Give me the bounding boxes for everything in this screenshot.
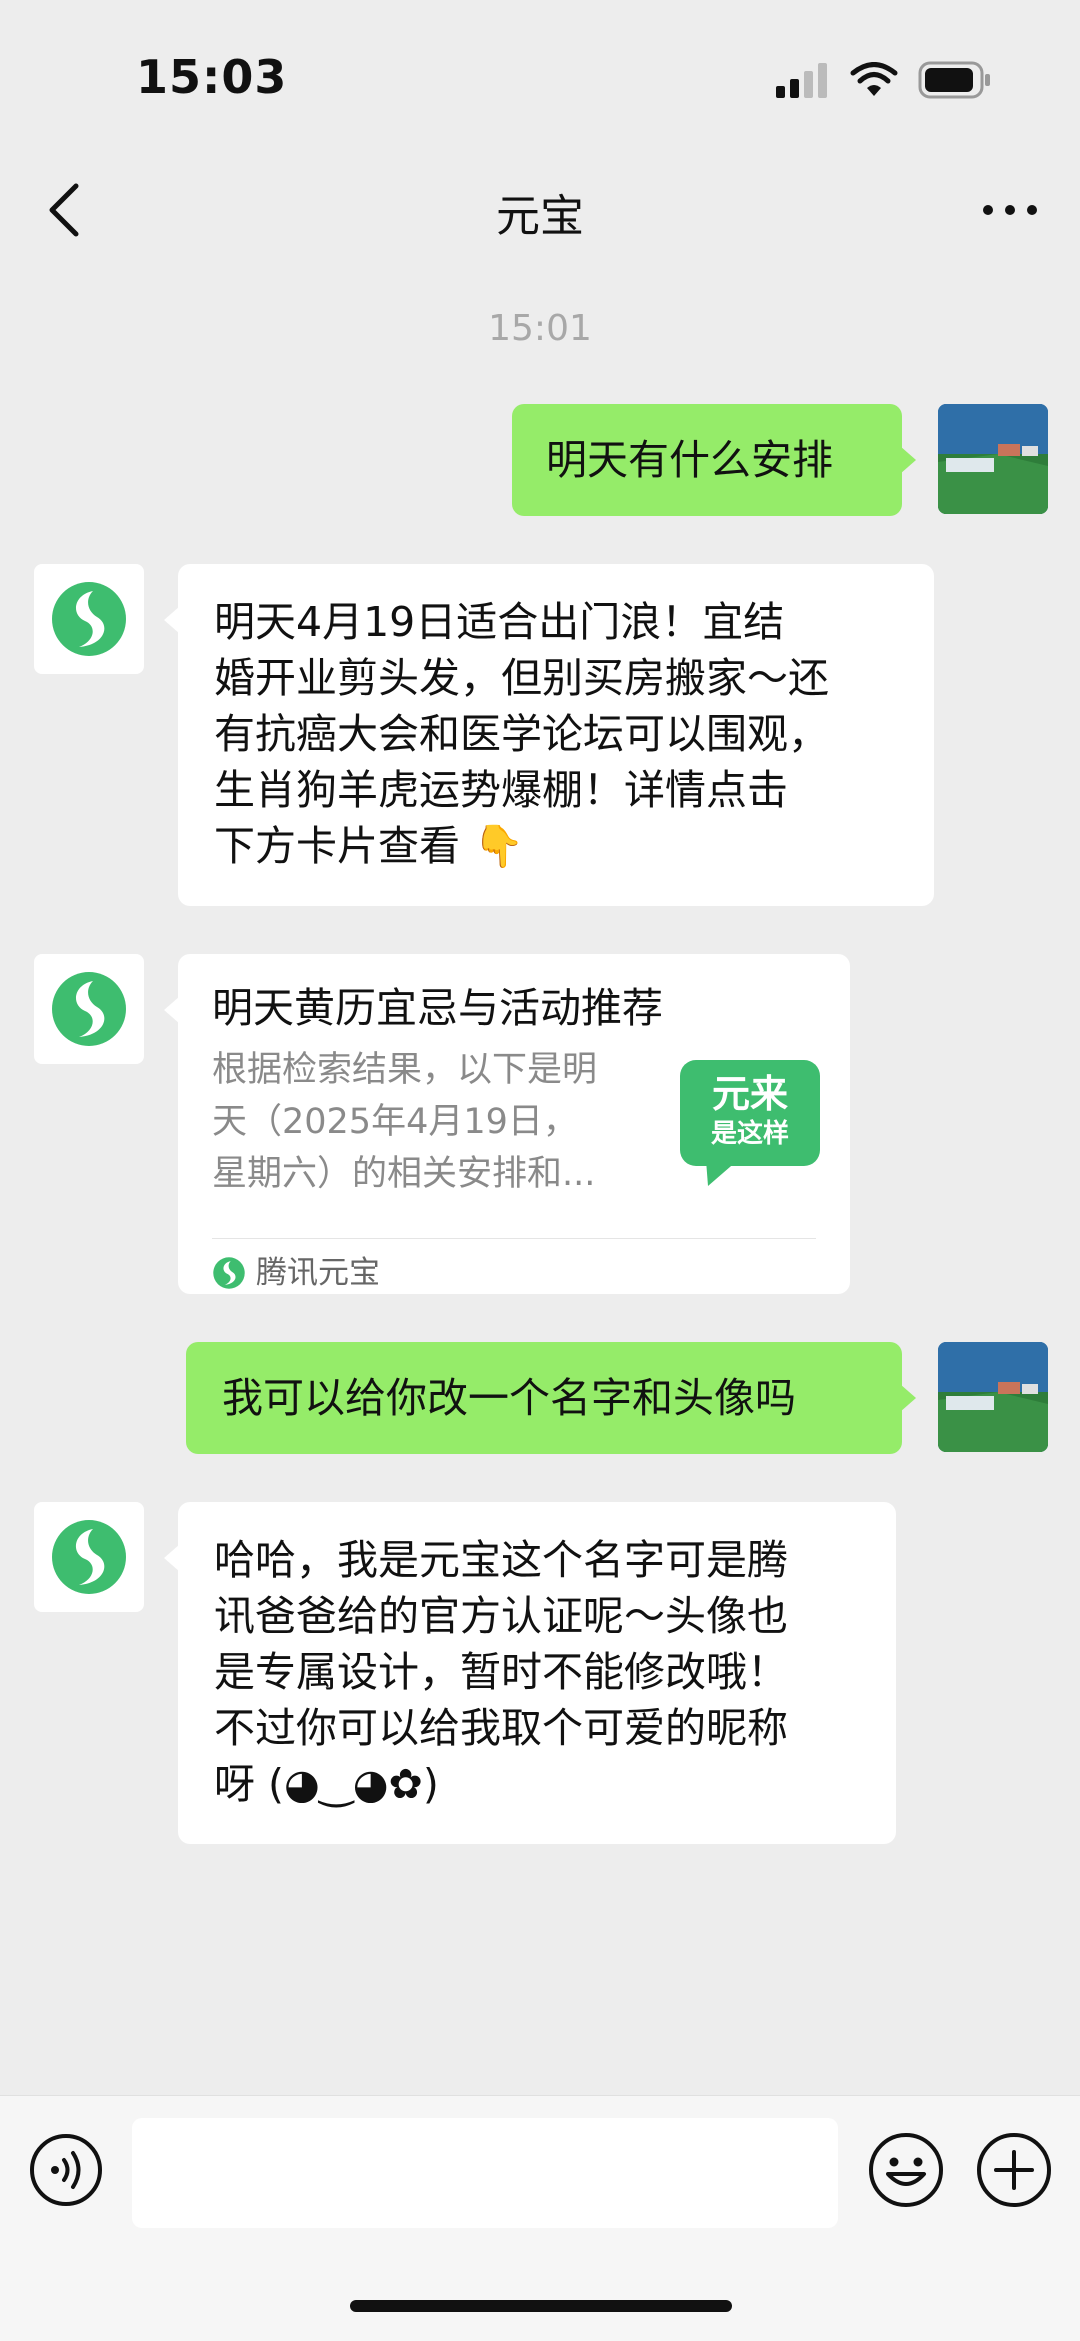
card-title: 明天黄历宜忌与活动推荐 [212, 984, 663, 1032]
user-avatar[interactable] [938, 404, 1048, 514]
yuanbao-logo-icon [213, 1257, 245, 1289]
card-source: 腾讯元宝 [212, 1250, 380, 1296]
message-timestamp: 15:01 [488, 308, 592, 349]
message-text: 哈哈，我是元宝这个名字可是腾 讯爸爸给的官方认证呢～头像也 是专属设计，暂时不能… [214, 1536, 788, 1808]
card-divider [212, 1238, 816, 1239]
yuanbao-avatar[interactable] [34, 954, 144, 1064]
status-time: 15:03 [136, 50, 288, 104]
received-message[interactable]: 明天4月19日适合出门浪！宜结 婚开业剪头发，但别买房搬家～还 有抗癌大会和医学… [164, 564, 934, 906]
sent-message[interactable]: 明天有什么安排 [512, 404, 916, 516]
voice-button[interactable] [28, 2132, 104, 2208]
message-text: 我可以给你改一个名字和头像吗 [222, 1374, 796, 1422]
message-input[interactable] [132, 2118, 838, 2228]
nav-bar: 元宝 [0, 150, 1080, 270]
received-message[interactable]: 哈哈，我是元宝这个名字可是腾 讯爸爸给的官方认证呢～头像也 是专属设计，暂时不能… [164, 1502, 896, 1844]
status-bar: 15:03 [0, 0, 1080, 150]
yuanbao-logo-icon [52, 972, 126, 1046]
card-source-label: 腾讯元宝 [256, 1255, 380, 1291]
user-avatar-image [938, 404, 1048, 514]
home-indicator[interactable] [350, 2300, 732, 2312]
sent-message[interactable]: 我可以给你改一个名字和头像吗 [186, 1342, 916, 1454]
thumb-line-1: 元来 [711, 1072, 788, 1116]
user-avatar[interactable] [938, 1342, 1048, 1452]
yuanbao-logo-icon [52, 1520, 126, 1594]
more-functions-button[interactable] [974, 2130, 1054, 2210]
link-card[interactable]: 明天黄历宜忌与活动推荐 根据检索结果，以下是明 天（2025年4月19日， 星期… [164, 954, 850, 1296]
yuanbao-avatar[interactable] [34, 564, 144, 674]
user-avatar-image [938, 1342, 1048, 1452]
card-description: 根据检索结果，以下是明 天（2025年4月19日， 星期六）的相关安排和... [212, 1050, 598, 1194]
message-text: 明天4月19日适合出门浪！宜结 婚开业剪头发，但别买房搬家～还 有抗癌大会和医学… [214, 598, 829, 870]
chat-title: 元宝 [496, 191, 584, 242]
battery-icon [918, 61, 990, 99]
yuanbao-logo-icon [52, 582, 126, 656]
emoji-icon [869, 2133, 943, 2207]
message-text: 明天有什么安排 [546, 436, 833, 484]
more-button[interactable] [980, 190, 1040, 230]
emoji-button[interactable] [866, 2130, 946, 2210]
card-thumbnail: 元来 是这样 [680, 1060, 820, 1186]
yuanbao-avatar[interactable] [34, 1502, 144, 1612]
more-horizontal-icon [983, 205, 1037, 215]
signal-icon [776, 63, 827, 98]
plus-icon [977, 2133, 1051, 2207]
wifi-icon [850, 62, 898, 96]
status-icons [776, 58, 992, 102]
thumb-line-2: 是这样 [710, 1119, 789, 1149]
voice-icon [30, 2134, 102, 2206]
